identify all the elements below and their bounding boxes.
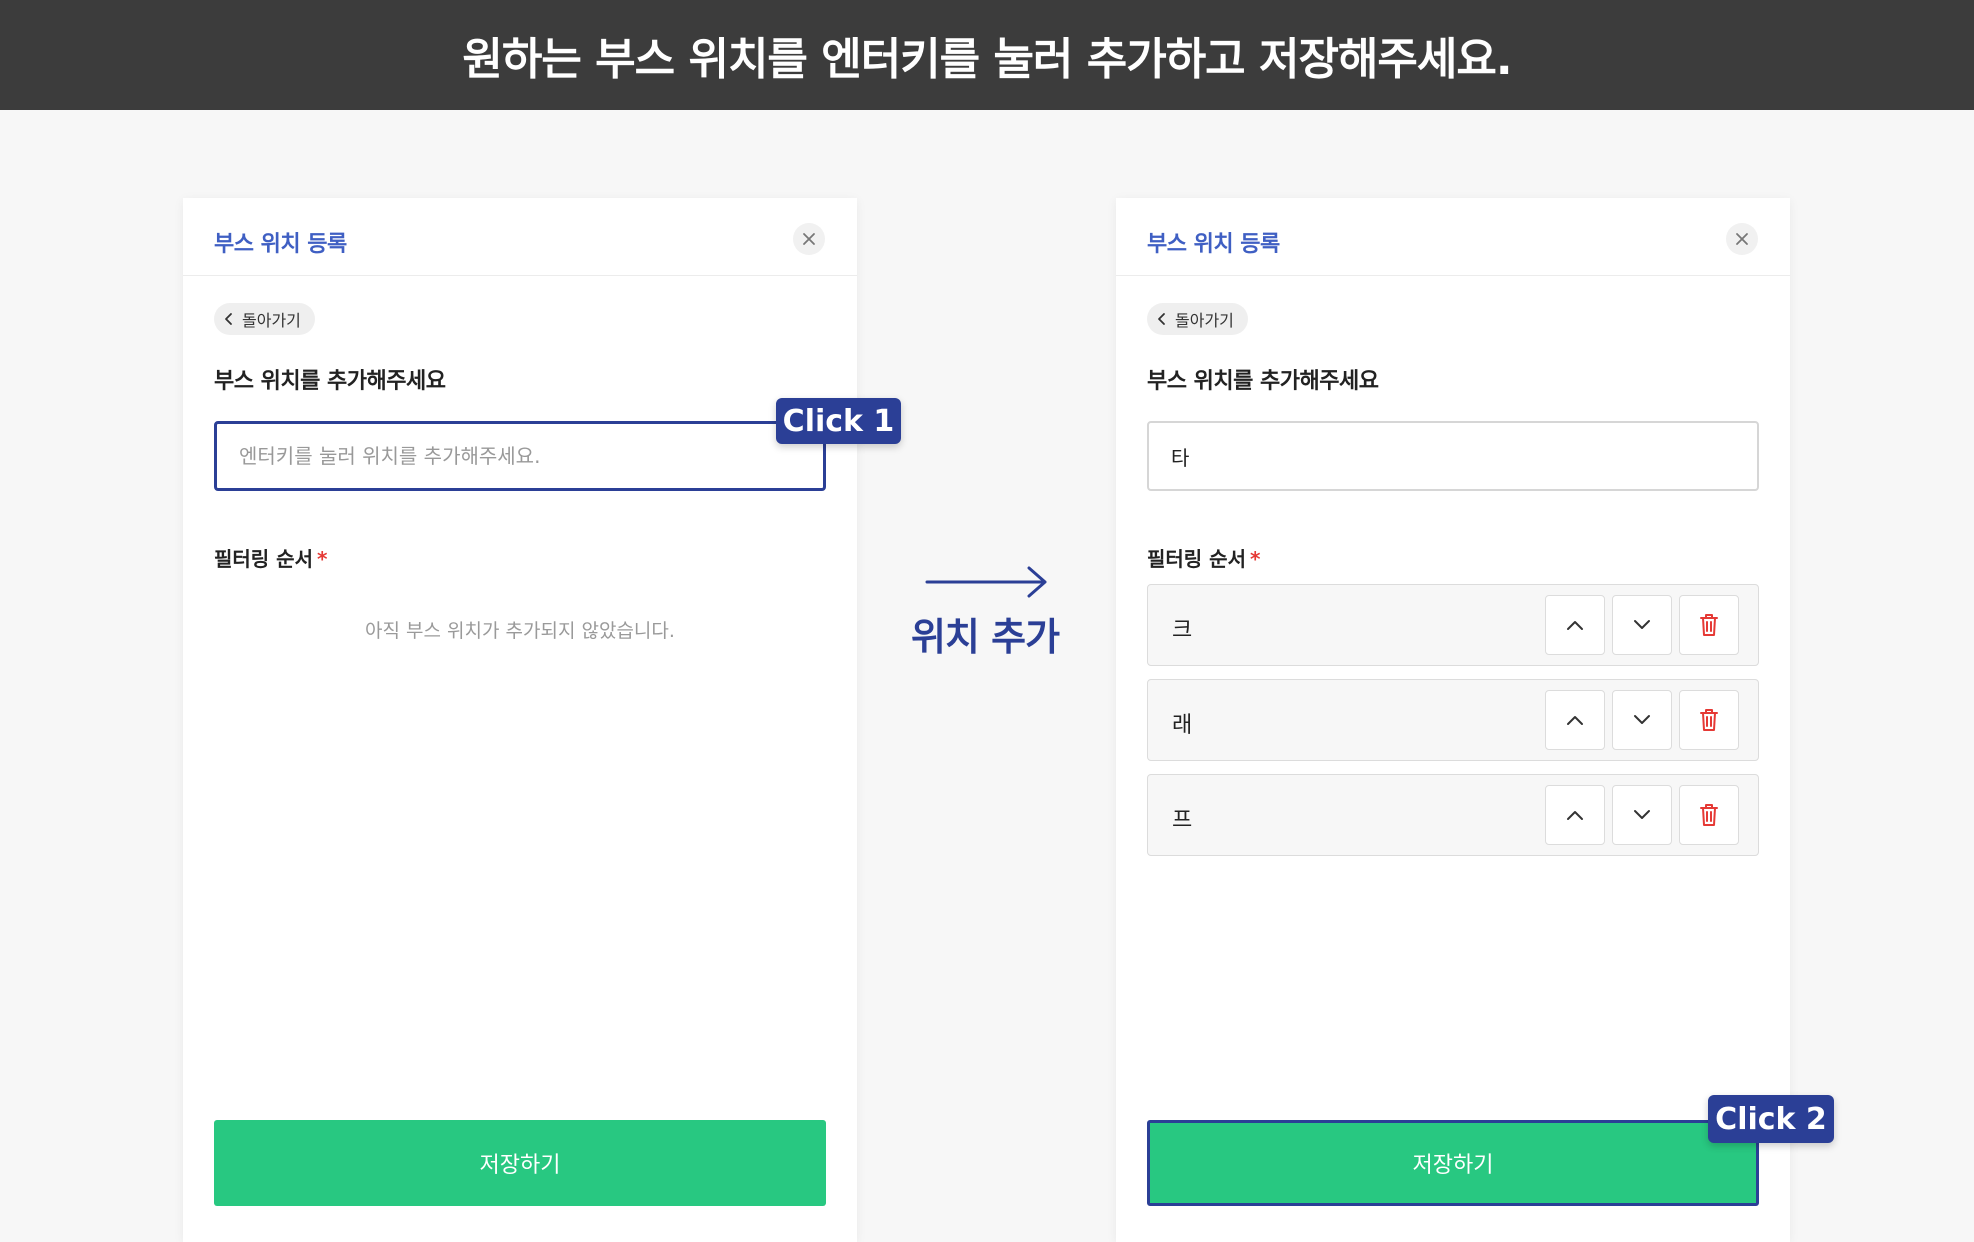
chevron-down-icon xyxy=(1634,620,1650,629)
filter-order-label: 필터링 순서 * xyxy=(1147,543,1260,572)
left-panel: 부스 위치 등록 돌아가기 부스 위치를 추가해주세요 필터링 순서* 아직 부… xyxy=(183,198,857,1242)
close-button[interactable] xyxy=(793,223,825,255)
location-input[interactable] xyxy=(1147,421,1759,491)
back-label: 돌아가기 xyxy=(242,311,301,330)
empty-message: 아직 부스 위치가 추가되지 않았습니다. xyxy=(365,620,675,642)
move-down-button[interactable] xyxy=(1612,690,1672,750)
trash-icon xyxy=(1700,804,1718,826)
list-item-label: 래 xyxy=(1172,713,1193,738)
filter-order-text: 필터링 순서 xyxy=(1147,547,1246,571)
chevron-up-icon xyxy=(1567,621,1583,630)
move-up-button[interactable] xyxy=(1545,785,1605,845)
back-button[interactable]: 돌아가기 xyxy=(1147,303,1248,335)
location-input[interactable] xyxy=(214,421,826,491)
panel-title: 부스 위치 등록 xyxy=(214,232,347,257)
filter-order-label: 필터링 순서 * xyxy=(214,543,327,572)
back-button[interactable]: 돌아가기 xyxy=(214,303,315,335)
move-up-button[interactable] xyxy=(1545,595,1605,655)
list-item-label: 프 xyxy=(1172,808,1193,833)
save-button[interactable]: 저장하기 xyxy=(1147,1120,1759,1206)
close-button[interactable] xyxy=(1726,223,1758,255)
chevron-up-icon xyxy=(1567,716,1583,725)
move-down-button[interactable] xyxy=(1612,785,1672,845)
click-1-badge: Click 1 xyxy=(776,398,901,444)
delete-button[interactable] xyxy=(1679,690,1739,750)
required-mark: * xyxy=(316,547,328,571)
panel-header: 부스 위치 등록 xyxy=(1116,198,1790,276)
trash-icon xyxy=(1700,614,1718,636)
section-label: 부스 위치를 추가해주세요 xyxy=(1147,369,1379,394)
right-panel: 부스 위치 등록 돌아가기 부스 위치를 추가해주세요 필터링 순서* 크 래 xyxy=(1116,198,1790,1242)
arrow-right-icon xyxy=(925,566,1047,598)
step-label: 위치 추가 xyxy=(910,615,1060,659)
delete-button[interactable] xyxy=(1679,595,1739,655)
section-label: 부스 위치를 추가해주세요 xyxy=(214,369,446,394)
step-arrow xyxy=(925,562,1051,606)
banner-text: 원하는 부스 위치를 엔터키를 눌러 추가하고 저장해주세요. xyxy=(462,34,1512,85)
list-item: 크 xyxy=(1147,584,1759,666)
close-icon xyxy=(803,233,815,245)
chevron-up-icon xyxy=(1567,811,1583,820)
click-2-badge: Click 2 xyxy=(1708,1095,1834,1143)
chevron-left-icon xyxy=(1158,313,1165,325)
chevron-left-icon xyxy=(225,313,232,325)
close-icon xyxy=(1736,233,1748,245)
chevron-down-icon xyxy=(1634,715,1650,724)
back-label: 돌아가기 xyxy=(1175,311,1234,330)
list-item: 래 xyxy=(1147,679,1759,761)
list-item-label: 크 xyxy=(1172,618,1193,643)
move-up-button[interactable] xyxy=(1545,690,1605,750)
delete-button[interactable] xyxy=(1679,785,1739,845)
list-item: 프 xyxy=(1147,774,1759,856)
panel-header: 부스 위치 등록 xyxy=(183,198,857,276)
chevron-down-icon xyxy=(1634,810,1650,819)
move-down-button[interactable] xyxy=(1612,595,1672,655)
required-mark: * xyxy=(1249,547,1261,571)
instruction-banner: 원하는 부스 위치를 엔터키를 눌러 추가하고 저장해주세요. xyxy=(0,0,1974,110)
trash-icon xyxy=(1700,709,1718,731)
panel-title: 부스 위치 등록 xyxy=(1147,232,1280,257)
filter-order-text: 필터링 순서 xyxy=(214,547,313,571)
save-button[interactable]: 저장하기 xyxy=(214,1120,826,1206)
